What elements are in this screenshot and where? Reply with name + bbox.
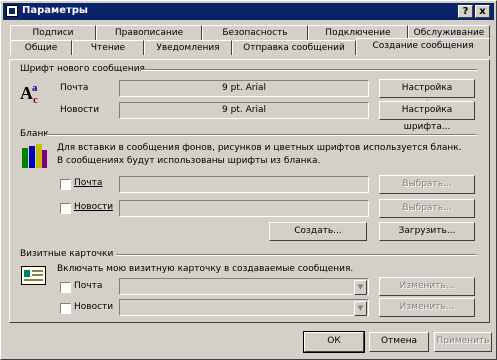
divider (47, 134, 477, 136)
chevron-down-icon[interactable]: ▼ (354, 301, 367, 316)
vcard-mail-dropdown[interactable]: ▼ (119, 278, 369, 295)
create-stationery-button[interactable]: Создать... (269, 222, 367, 241)
svg-text:a: a (32, 82, 38, 94)
title-bar: Параметры ? x (3, 3, 494, 20)
stationery-group-title: Бланк (20, 129, 49, 139)
tab-spelling[interactable]: Правописание (96, 25, 202, 40)
stationery-description-1: Для вставки в сообщения фонов, рисунков … (57, 143, 462, 153)
font-news-value: 9 pt. Arial (119, 102, 369, 119)
stationery-news-field (119, 200, 369, 217)
divider (116, 254, 477, 256)
tab-security[interactable]: Безопасность (202, 25, 308, 40)
stationery-news-label: Новости (74, 202, 114, 212)
font-news-label: Новости (60, 105, 100, 115)
stationery-mail-field (119, 176, 369, 193)
vcard-news-dropdown[interactable]: ▼ (119, 299, 369, 316)
tab-compose[interactable]: Создание сообщения (356, 38, 490, 56)
tab-read[interactable]: Чтение (72, 40, 144, 55)
vcard-news-edit-button[interactable]: Изменить... (379, 298, 475, 317)
options-dialog: Параметры ? x Подписи Правописание Безоп… (0, 0, 497, 360)
vcard-mail-label: Почта (74, 281, 103, 291)
stationery-mail-label: Почта (74, 178, 103, 188)
vcard-mail-checkbox[interactable] (60, 282, 71, 293)
vcard-description: Включать мою визитную карточку в создава… (57, 264, 354, 274)
cancel-button[interactable]: Отмена (369, 332, 429, 352)
window-title: Параметры (22, 5, 88, 16)
tab-general[interactable]: Общие (10, 40, 72, 55)
font-icon: A a c (20, 82, 38, 106)
font-mail-label: Почта (60, 83, 89, 93)
tab-receipts[interactable]: Уведомления (144, 40, 232, 55)
close-button[interactable]: x (475, 5, 490, 18)
stationery-news-select-button[interactable]: Выбрать... (379, 199, 475, 218)
stationery-icon (22, 144, 47, 168)
apply-button[interactable]: Применить (434, 332, 492, 352)
stationery-description-2: В сообщениях будут использованы шрифты и… (57, 156, 321, 166)
stationery-mail-select-button[interactable]: Выбрать... (379, 175, 475, 194)
app-icon (6, 5, 18, 17)
divider (141, 69, 477, 71)
tab-signatures[interactable]: Подписи (10, 25, 96, 40)
news-font-settings-button[interactable]: Настройка шрифта... (379, 101, 475, 132)
ok-button[interactable]: ОК (303, 331, 365, 353)
download-stationery-button[interactable]: Загрузить... (379, 222, 475, 241)
svg-text:c: c (33, 94, 38, 106)
tab-send[interactable]: Отправка сообщений (232, 40, 356, 55)
stationery-mail-checkbox[interactable] (60, 179, 71, 190)
font-group-title: Шрифт нового сообщения (20, 64, 145, 74)
mail-font-settings-button[interactable]: Настройка шрифта... (379, 79, 475, 110)
stationery-news-checkbox[interactable] (60, 203, 71, 214)
chevron-down-icon[interactable]: ▼ (354, 280, 367, 295)
vcard-news-checkbox[interactable] (60, 303, 71, 314)
vcard-group-title: Визитные карточки (20, 249, 114, 259)
business-card-icon (21, 266, 46, 285)
vcard-news-label: Новости (74, 302, 114, 312)
vcard-mail-edit-button[interactable]: Изменить... (379, 277, 475, 296)
font-mail-value: 9 pt. Arial (119, 80, 369, 97)
help-button[interactable]: ? (458, 5, 473, 18)
